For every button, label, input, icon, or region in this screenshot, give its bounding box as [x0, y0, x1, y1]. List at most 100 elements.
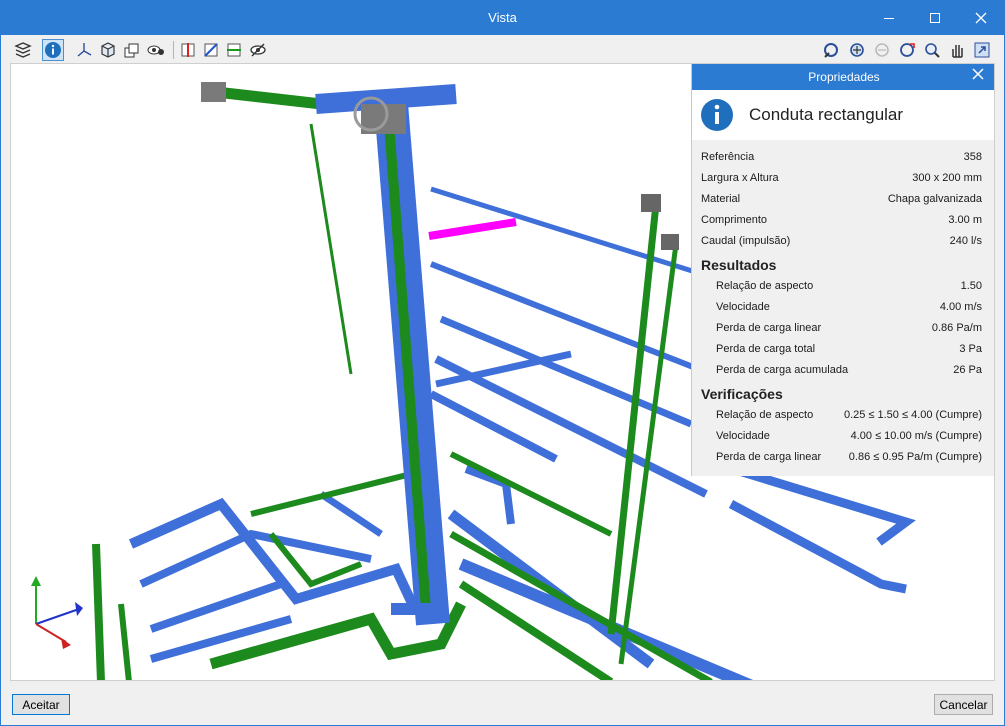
- prop-value: 3.00 m: [948, 214, 982, 226]
- result-label: Perda de carga linear: [716, 322, 822, 334]
- dialog-footer: Aceitar Cancelar: [1, 681, 1004, 725]
- properties-header-title: Propriedades: [808, 70, 880, 84]
- cancel-button[interactable]: Cancelar: [934, 694, 993, 715]
- axes-icon: [77, 43, 92, 57]
- prop-value: 240 l/s: [949, 235, 982, 247]
- result-label: Perda de carga acumulada: [716, 364, 849, 376]
- cube-view-button[interactable]: [97, 39, 119, 61]
- info-button[interactable]: [42, 39, 64, 61]
- section-blue-icon: [204, 43, 218, 57]
- properties-title: Conduta rectangular: [692, 90, 994, 140]
- duct-floor-10: [464, 465, 515, 525]
- prop-label: Caudal (impulsão): [701, 235, 791, 247]
- eye-off-icon: [250, 43, 266, 57]
- green-duct-5: [250, 471, 412, 517]
- info-icon: [701, 99, 733, 131]
- views-stack-button[interactable]: [121, 39, 143, 61]
- prop-label: Comprimento: [701, 214, 768, 226]
- check-label: Relação de aspecto: [716, 409, 814, 421]
- prop-value: 300 x 200 mm: [912, 172, 982, 184]
- result-row: Relação de aspecto 1.50: [692, 276, 994, 297]
- prop-row: Largura x Altura 300 x 200 mm: [692, 168, 994, 189]
- rotate-button[interactable]: [820, 39, 842, 61]
- close-button[interactable]: [958, 1, 1004, 35]
- results-heading: Resultados: [701, 257, 777, 273]
- prop-row: Referência 358: [692, 147, 994, 168]
- result-row: Perda de carga acumulada 26 Pa: [692, 360, 994, 381]
- result-row: Perda de carga linear 0.86 Pa/m: [692, 318, 994, 339]
- close-icon: [972, 68, 984, 80]
- check-value: 0.25 ≤ 1.50 ≤ 4.00 (Cumpre): [843, 409, 982, 421]
- result-value: 3 Pa: [959, 343, 982, 355]
- section-red-icon: [181, 43, 195, 57]
- axes-gizmo: [31, 576, 83, 649]
- duct-floor-5: [429, 390, 558, 463]
- check-label: Velocidade: [716, 430, 770, 442]
- pan-button[interactable]: [946, 39, 968, 61]
- zoom-window-icon: [925, 43, 940, 58]
- green-duct-2: [92, 543, 105, 680]
- properties-close-button[interactable]: [972, 67, 984, 85]
- toolbar-separator: [173, 41, 174, 59]
- result-label: Relação de aspecto: [716, 280, 814, 292]
- result-value: 1.50: [960, 280, 982, 292]
- result-value: 4.00 m/s: [939, 301, 982, 313]
- info-icon: [45, 42, 61, 58]
- minimize-button[interactable]: [866, 1, 912, 35]
- section-blue-button[interactable]: [200, 39, 222, 61]
- element-title: Conduta rectangular: [749, 105, 904, 124]
- export-icon: [974, 42, 990, 58]
- duct-left-3: [149, 580, 283, 633]
- visibility-button[interactable]: [145, 39, 167, 61]
- views-stack-icon: [124, 43, 139, 58]
- prop-row: Comprimento 3.00 m: [692, 210, 994, 231]
- maximize-button[interactable]: [912, 1, 958, 35]
- check-row: Relação de aspecto 0.25 ≤ 1.50 ≤ 4.00 (Cu…: [692, 405, 994, 426]
- zoom-extents-icon: [850, 43, 864, 57]
- check-row: Velocidade 4.00 ≤ 10.00 m/s (Cumpre): [692, 426, 994, 447]
- section-green-icon: [227, 43, 241, 57]
- check-value: 4.00 ≤ 10.00 m/s (Cumpre): [850, 430, 982, 442]
- zoom-window-button[interactable]: [921, 39, 943, 61]
- pan-hand-icon: [952, 45, 963, 58]
- selected-duct: [428, 218, 517, 240]
- green-duct-3: [118, 603, 132, 680]
- section-red-button[interactable]: [177, 39, 199, 61]
- accept-button[interactable]: Aceitar: [12, 694, 70, 715]
- prop-value: 358: [963, 151, 982, 163]
- zoom-extents-button[interactable]: [846, 39, 868, 61]
- check-row: Perda de carga linear 0.86 ≤ 0.95 Pa/m (C…: [692, 447, 994, 468]
- zoom-dynamic-button[interactable]: [896, 39, 918, 61]
- duct-fittings: [201, 82, 679, 250]
- green-duct-6: [449, 451, 613, 537]
- properties-body: Referência 358 Largura x Altura 300 x 200 …: [692, 140, 994, 468]
- axes-button[interactable]: [73, 39, 95, 61]
- layers-button[interactable]: [12, 39, 34, 61]
- check-label: Perda de carga linear: [716, 451, 822, 463]
- zoom-previous-button[interactable]: [871, 39, 893, 61]
- toolbar: [1, 35, 1004, 63]
- layers-icon: [14, 42, 32, 58]
- prop-label: Material: [701, 193, 741, 205]
- checks-heading: Verificações: [701, 386, 783, 402]
- section-green-button[interactable]: [223, 39, 245, 61]
- prop-row: Caudal (impulsão) 240 l/s: [692, 231, 994, 252]
- export-button[interactable]: [971, 39, 993, 61]
- visibility-icon: [147, 45, 164, 55]
- properties-header: Propriedades: [692, 64, 994, 90]
- duct-left-5: [319, 491, 383, 537]
- rotate-icon: [824, 43, 838, 58]
- result-row: Perda de carga total 3 Pa: [692, 339, 994, 360]
- result-value: 0.86 Pa/m: [931, 322, 982, 334]
- green-riser-left: [309, 123, 353, 375]
- prop-value: Chapa galvanizada: [887, 193, 982, 205]
- cube-view-icon: [101, 42, 115, 58]
- result-label: Velocidade: [716, 301, 770, 313]
- vista-window: Vista Propriedades Conduta rectangular R…: [0, 0, 1005, 726]
- zoom-previous-icon: [875, 43, 889, 57]
- eye-off-button[interactable]: [247, 39, 269, 61]
- 3d-viewport[interactable]: Propriedades Conduta rectangular Referên…: [10, 63, 995, 681]
- prop-row: Material Chapa galvanizada: [692, 189, 994, 210]
- title-bar: Vista: [1, 1, 1004, 35]
- result-value: 26 Pa: [953, 364, 982, 376]
